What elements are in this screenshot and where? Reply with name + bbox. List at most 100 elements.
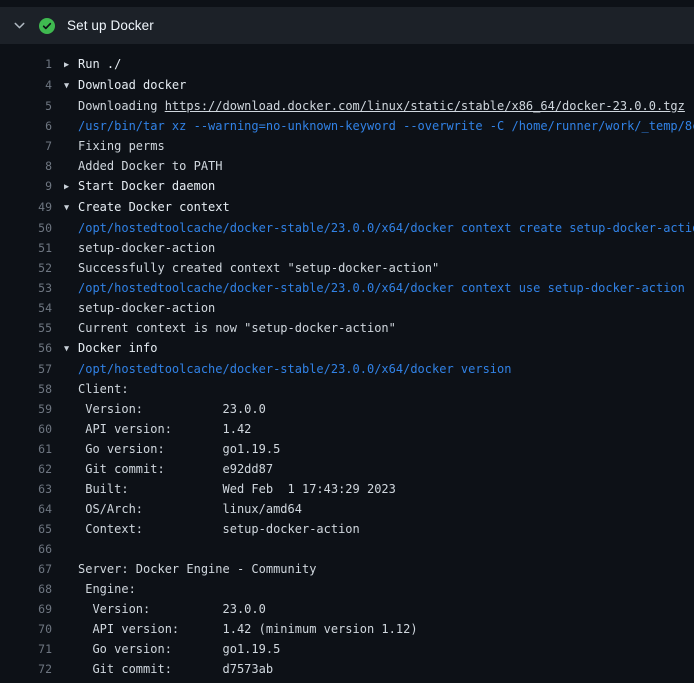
chevron-down-icon[interactable]: ▼ [64, 76, 78, 96]
line-content: Engine: [52, 579, 694, 599]
line-number[interactable]: 64 [0, 499, 52, 519]
line-content: Successfully created context "setup-dock… [52, 258, 694, 278]
line-content: Git commit: d7573ab [52, 659, 694, 679]
line-content: setup-docker-action [52, 238, 694, 258]
line-number[interactable]: 60 [0, 419, 52, 439]
line-number[interactable]: 57 [0, 359, 52, 379]
line-number[interactable]: 50 [0, 218, 52, 238]
log-line: 57/opt/hostedtoolcache/docker-stable/23.… [0, 359, 694, 379]
line-number[interactable]: 61 [0, 439, 52, 459]
line-content: ▶Run ./ [52, 54, 694, 75]
command-text: /opt/hostedtoolcache/docker-stable/23.0.… [78, 281, 685, 295]
line-number[interactable]: 59 [0, 399, 52, 419]
log-line: 70 API version: 1.42 (minimum version 1.… [0, 619, 694, 639]
command-text: /opt/hostedtoolcache/docker-stable/23.0.… [78, 362, 511, 376]
log-text: Version: 23.0.0 [78, 402, 266, 416]
log-text: Create Docker context [78, 200, 230, 214]
log-text: setup-docker-action [78, 301, 215, 315]
line-number[interactable]: 52 [0, 258, 52, 278]
line-number[interactable]: 9 [0, 176, 52, 196]
log-line: 61 Go version: go1.19.5 [0, 439, 694, 459]
line-content: Added Docker to PATH [52, 156, 694, 176]
line-number[interactable]: 56 [0, 338, 52, 358]
line-content: Fixing perms [52, 136, 694, 156]
log-line: 63 Built: Wed Feb 1 17:43:29 2023 [0, 479, 694, 499]
log-line: 59 Version: 23.0.0 [0, 399, 694, 419]
log-text: Successfully created context "setup-dock… [78, 261, 439, 275]
log-line: 62 Git commit: e92dd87 [0, 459, 694, 479]
line-number[interactable]: 68 [0, 579, 52, 599]
line-number[interactable]: 66 [0, 539, 52, 559]
line-content: Client: [52, 379, 694, 399]
line-number[interactable]: 71 [0, 639, 52, 659]
log-line: 54 setup-docker-action [0, 298, 694, 318]
chevron-right-icon[interactable]: ▶ [64, 177, 78, 197]
line-number[interactable]: 4 [0, 75, 52, 95]
line-number[interactable]: 8 [0, 156, 52, 176]
log-text: Downloading [78, 99, 165, 113]
line-content: /usr/bin/tar xz --warning=no-unknown-key… [52, 116, 694, 136]
chevron-down-icon[interactable] [12, 18, 27, 33]
log-text: setup-docker-action [78, 241, 215, 255]
log-line: 53/opt/hostedtoolcache/docker-stable/23.… [0, 278, 694, 298]
log-line: 71 Go version: go1.19.5 [0, 639, 694, 659]
log-text: Engine: [78, 582, 136, 596]
step-header[interactable]: Set up Docker [0, 7, 694, 44]
line-content: Git commit: e92dd87 [52, 459, 694, 479]
log-viewer: 1▶Run ./4▼Download docker5Downloading ht… [0, 44, 694, 679]
line-content: Go version: go1.19.5 [52, 639, 694, 659]
line-content: Built: Wed Feb 1 17:43:29 2023 [52, 479, 694, 499]
log-group-line[interactable]: 49 ▼Create Docker context [0, 197, 694, 218]
line-content: Context: setup-docker-action [52, 519, 694, 539]
line-number[interactable]: 70 [0, 619, 52, 639]
chevron-down-icon[interactable]: ▼ [64, 339, 78, 359]
log-group-line[interactable]: 9▶Start Docker daemon [0, 176, 694, 197]
line-content: Version: 23.0.0 [52, 399, 694, 419]
chevron-down-icon[interactable]: ▼ [64, 198, 78, 218]
line-number[interactable]: 5 [0, 96, 52, 116]
line-number[interactable]: 51 [0, 238, 52, 258]
log-line: 64 OS/Arch: linux/amd64 [0, 499, 694, 519]
log-text: Run ./ [78, 57, 121, 71]
log-line: 50/opt/hostedtoolcache/docker-stable/23.… [0, 218, 694, 238]
line-number[interactable]: 55 [0, 318, 52, 338]
line-number[interactable]: 54 [0, 298, 52, 318]
line-number[interactable]: 7 [0, 136, 52, 156]
line-number[interactable]: 63 [0, 479, 52, 499]
log-link-url[interactable]: https://download.docker.com/linux/static… [165, 99, 685, 113]
line-number[interactable]: 49 [0, 197, 52, 217]
log-text: Context: setup-docker-action [78, 522, 360, 536]
line-content: API version: 1.42 (minimum version 1.12) [52, 619, 694, 639]
line-content: OS/Arch: linux/amd64 [52, 499, 694, 519]
line-content: setup-docker-action [52, 298, 694, 318]
log-group-line[interactable]: 1▶Run ./ [0, 54, 694, 75]
log-text: API version: 1.42 (minimum version 1.12) [78, 622, 418, 636]
line-content: Current context is now "setup-docker-act… [52, 318, 694, 338]
line-content: /opt/hostedtoolcache/docker-stable/23.0.… [52, 278, 694, 298]
line-number[interactable]: 72 [0, 659, 52, 679]
log-line: 51 setup-docker-action [0, 238, 694, 258]
log-line: 68 Engine: [0, 579, 694, 599]
log-group-line[interactable]: 4▼Download docker [0, 75, 694, 96]
line-number[interactable]: 1 [0, 54, 52, 74]
line-number[interactable]: 6 [0, 116, 52, 136]
log-text: Client: [78, 382, 129, 396]
line-number[interactable]: 53 [0, 278, 52, 298]
log-line: 67Server: Docker Engine - Community [0, 559, 694, 579]
log-text: Git commit: e92dd87 [78, 462, 273, 476]
log-line: 7Fixing perms [0, 136, 694, 156]
log-text: Current context is now "setup-docker-act… [78, 321, 396, 335]
line-number[interactable]: 67 [0, 559, 52, 579]
line-number[interactable]: 58 [0, 379, 52, 399]
log-text: API version: 1.42 [78, 422, 251, 436]
log-line: 65 Context: setup-docker-action [0, 519, 694, 539]
line-number[interactable]: 65 [0, 519, 52, 539]
line-content: Server: Docker Engine - Community [52, 559, 694, 579]
line-number[interactable]: 62 [0, 459, 52, 479]
log-group-line[interactable]: 56▼Docker info [0, 338, 694, 359]
chevron-right-icon[interactable]: ▶ [64, 55, 78, 75]
log-line: 52 Successfully created context "setup-do… [0, 258, 694, 278]
log-text: Version: 23.0.0 [78, 602, 266, 616]
line-content: /opt/hostedtoolcache/docker-stable/23.0.… [52, 218, 694, 238]
line-number[interactable]: 69 [0, 599, 52, 619]
